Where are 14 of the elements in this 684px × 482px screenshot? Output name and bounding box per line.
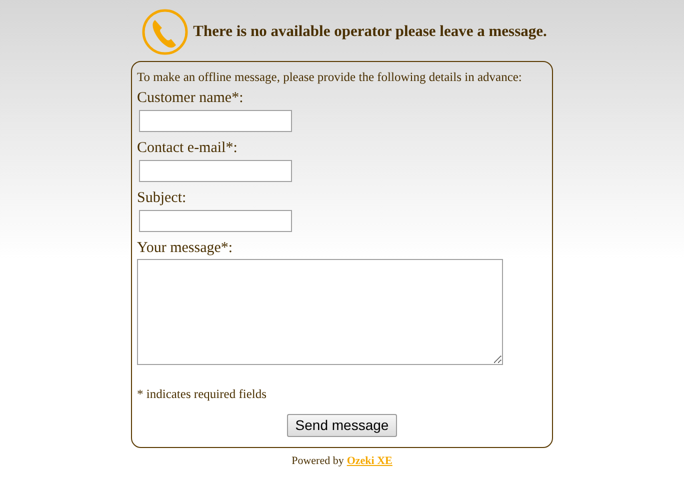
field-label: Your message*: [137,238,234,258]
intro-text: To make an offline message, please provide the following details in advance: [137,69,523,86]
input-field[interactable] [139,110,292,132]
input-field[interactable] [139,210,292,232]
phone-icon [141,8,190,56]
field-label: Customer name*: [137,88,244,108]
required-note: * indicates required fields [137,386,268,403]
header-title: There is no available operator please leave a message. [193,22,547,42]
field-label: Subject: [137,188,188,208]
send-button[interactable]: Send message [287,414,397,436]
powered-by-text: Powered by [292,454,344,468]
message-field[interactable] [137,258,503,365]
input-field[interactable] [139,160,292,182]
field-label: Contact e-mail*: [137,138,238,158]
